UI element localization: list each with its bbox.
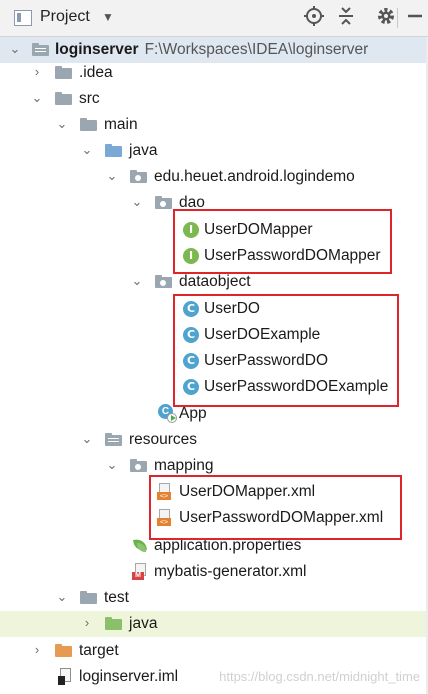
package-icon — [130, 170, 147, 183]
tree-row-target[interactable]: › target — [0, 638, 428, 664]
tree-row-package[interactable]: ⌄ edu.heuet.android.logindemo — [0, 164, 428, 190]
tree-row-user-password-do-mapper-xml[interactable]: <> UserPasswordDOMapper.xml — [0, 505, 428, 531]
tree-label: mapping — [154, 457, 214, 474]
tree-row-mybatis-generator-xml[interactable]: M mybatis-generator.xml — [0, 559, 428, 585]
test-source-folder-icon — [105, 617, 122, 630]
tree-row-java-test[interactable]: › java — [0, 611, 428, 637]
tree-label: target — [79, 642, 119, 659]
package-icon — [130, 459, 147, 472]
chevron-down-icon[interactable]: ⌄ — [80, 141, 94, 159]
tree-label: UserDOMapper — [204, 221, 313, 238]
chevron-right-icon[interactable]: › — [30, 641, 44, 659]
folder-icon — [80, 591, 97, 604]
chevron-down-icon[interactable]: ▼ — [102, 10, 114, 24]
locate-icon[interactable] — [302, 6, 326, 30]
tree-row-user-password-do-example[interactable]: C UserPasswordDOExample — [0, 374, 428, 400]
project-toolbar: Project ▼ — [0, 0, 428, 37]
tree-row-user-do-example[interactable]: C UserDOExample — [0, 322, 428, 348]
panel-title[interactable]: Project — [40, 8, 90, 26]
tree-label: UserDOMapper.xml — [179, 483, 316, 500]
tree-label: src — [79, 90, 100, 107]
tree-label: App — [179, 405, 207, 422]
runnable-class-icon: C — [158, 404, 178, 424]
class-icon: C — [183, 353, 199, 369]
class-icon: C — [183, 379, 199, 395]
chevron-down-icon[interactable]: ⌄ — [8, 40, 22, 58]
gear-icon[interactable] — [374, 6, 398, 30]
hide-icon[interactable] — [403, 6, 427, 30]
tree-label: java — [129, 142, 158, 159]
source-folder-icon — [105, 144, 122, 157]
tree-label: java — [129, 615, 158, 632]
tree-row-application-properties[interactable]: application.properties — [0, 533, 428, 559]
tree-row-main[interactable]: ⌄ main — [0, 112, 428, 138]
tree-row-java-main[interactable]: ⌄ java — [0, 138, 428, 164]
chevron-down-icon[interactable]: ⌄ — [130, 272, 144, 290]
interface-icon: I — [183, 248, 199, 264]
folder-icon — [80, 118, 97, 131]
package-icon — [155, 275, 172, 288]
tree-label: edu.heuet.android.logindemo — [154, 168, 355, 185]
collapse-all-icon[interactable] — [334, 6, 358, 30]
chevron-down-icon[interactable]: ⌄ — [55, 115, 69, 133]
chevron-down-icon[interactable]: ⌄ — [30, 89, 44, 107]
tree-label: UserDO — [204, 300, 260, 317]
tree-label: UserDOExample — [204, 326, 321, 343]
root-path: F:\Workspaces\IDEA\loginserver — [144, 41, 369, 58]
tree-row-test[interactable]: ⌄ test — [0, 585, 428, 611]
tree-row-user-do[interactable]: C UserDO — [0, 296, 428, 322]
tree-label: dao — [179, 194, 205, 211]
tree-row-app[interactable]: C App — [0, 401, 428, 427]
chevron-down-icon[interactable]: ⌄ — [105, 167, 119, 185]
chevron-down-icon[interactable]: ⌄ — [80, 430, 94, 448]
root-name: loginserver — [55, 41, 139, 58]
tree-label: .idea — [79, 64, 113, 81]
tree-label: resources — [129, 431, 198, 448]
xml-file-icon: <> — [157, 509, 173, 527]
tree-row-src[interactable]: ⌄ src — [0, 86, 428, 112]
tree-label: UserPasswordDOMapper.xml — [179, 509, 384, 526]
chevron-down-icon[interactable]: ⌄ — [105, 456, 119, 474]
folder-icon — [55, 92, 72, 105]
chevron-down-icon[interactable]: ⌄ — [55, 588, 69, 606]
mybatis-file-icon: M — [132, 563, 150, 581]
project-view-icon — [14, 10, 32, 26]
tree-row-user-do-mapper[interactable]: I UserDOMapper — [0, 217, 428, 243]
tree-label: UserPasswordDOExample — [204, 378, 389, 395]
tree-row-user-password-do[interactable]: C UserPasswordDO — [0, 348, 428, 374]
tree-label: main — [104, 116, 138, 133]
tree-label: loginserver.iml — [79, 668, 179, 685]
toolbar-divider — [397, 8, 398, 28]
tree-label: dataobject — [179, 273, 251, 290]
tree-row-dataobject[interactable]: ⌄ dataobject — [0, 269, 428, 295]
package-icon — [155, 196, 172, 209]
tree-row-user-password-do-mapper[interactable]: I UserPasswordDOMapper — [0, 243, 428, 269]
xml-file-icon: <> — [157, 483, 173, 501]
interface-icon: I — [183, 222, 199, 238]
class-icon: C — [183, 327, 199, 343]
class-icon: C — [183, 301, 199, 317]
tree-label: test — [104, 589, 129, 606]
watermark: https://blog.csdn.net/midnight_time — [219, 669, 420, 684]
tree-row-resources[interactable]: ⌄ resources — [0, 427, 428, 453]
chevron-right-icon[interactable]: › — [80, 614, 94, 632]
tree-label: application.properties — [154, 537, 302, 554]
tree-row-user-do-mapper-xml[interactable]: <> UserDOMapper.xml — [0, 479, 428, 505]
tree-label: mybatis-generator.xml — [154, 563, 307, 580]
module-folder-icon — [32, 43, 49, 56]
module-file-icon — [58, 668, 74, 686]
folder-icon — [55, 66, 72, 79]
tree-row-idea[interactable]: › .idea — [0, 60, 428, 86]
chevron-right-icon[interactable]: › — [30, 63, 44, 81]
chevron-down-icon[interactable]: ⌄ — [130, 193, 144, 211]
resources-folder-icon — [105, 433, 122, 446]
tree-label: UserPasswordDO — [204, 352, 329, 369]
excluded-folder-icon — [55, 644, 72, 657]
tree-row-dao[interactable]: ⌄ dao — [0, 190, 428, 216]
spring-leaf-icon — [132, 537, 150, 555]
tree-row-mapping[interactable]: ⌄ mapping — [0, 453, 428, 479]
tree-label: UserPasswordDOMapper — [204, 247, 381, 264]
